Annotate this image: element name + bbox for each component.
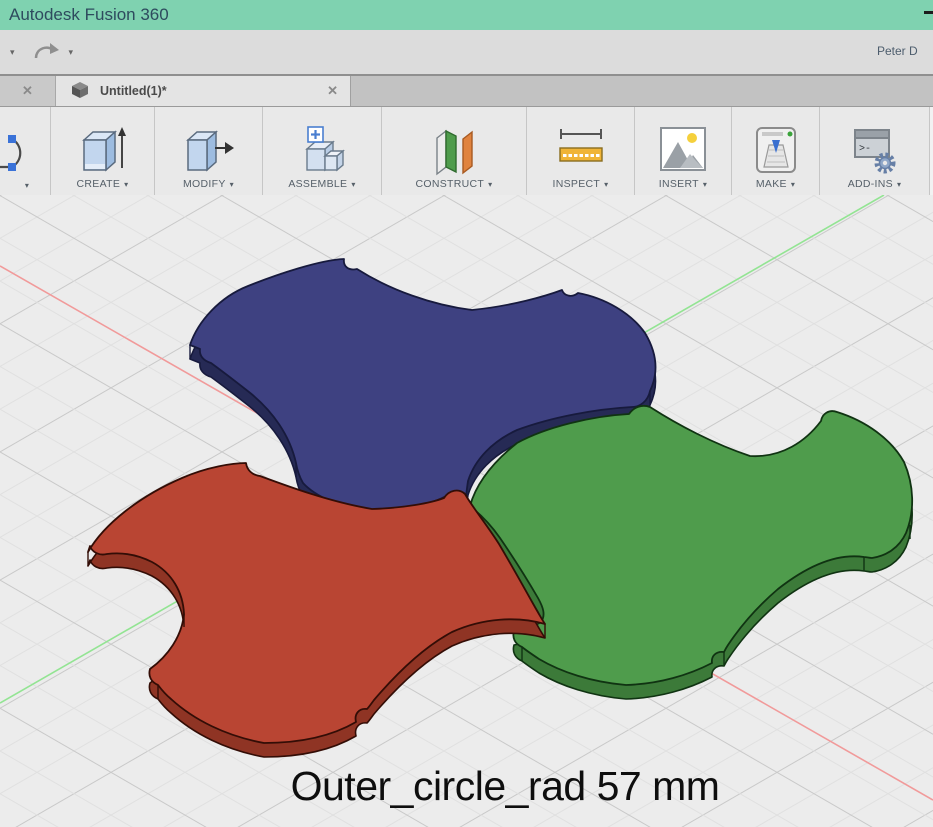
ribbon-group-modify[interactable]: MODIFY ▾ xyxy=(155,107,263,195)
minimize-icon[interactable] xyxy=(924,11,933,14)
construct-plane-icon xyxy=(427,122,481,178)
ribbon-group-assemble[interactable]: ASSEMBLE ▾ xyxy=(263,107,382,195)
app-title: Autodesk Fusion 360 xyxy=(9,5,169,24)
ribbon-label: INSERT xyxy=(659,178,699,190)
undo-dropdown-caret-icon[interactable]: ▾ xyxy=(10,47,15,58)
ribbon-group-sketch[interactable]: ▾ xyxy=(0,107,51,195)
ribbon-group-make[interactable]: MAKE ▾ xyxy=(732,107,820,195)
dropdown-caret-icon: ▾ xyxy=(124,180,128,189)
tab-close-icon[interactable]: ✕ xyxy=(327,83,338,99)
ribbon-group-addins[interactable]: >- ADD-INS ▾ xyxy=(820,107,930,195)
close-all-tabs-button[interactable]: ✕ xyxy=(0,76,56,106)
ribbon-label: INSPECT xyxy=(553,178,601,190)
sketch-spline-icon xyxy=(0,125,51,181)
redo-icon[interactable] xyxy=(31,39,61,66)
parameter-annotation: Outer_circle_rad 57 mm xyxy=(205,763,805,810)
assemble-components-icon xyxy=(295,122,349,178)
model-viewport-canvas[interactable]: Outer_circle_rad 57 mm xyxy=(0,195,933,827)
document-cube-icon xyxy=(70,80,90,103)
dropdown-caret-icon: ▾ xyxy=(791,180,795,189)
inspect-measure-icon xyxy=(554,122,608,178)
dropdown-caret-icon: ▾ xyxy=(604,180,608,189)
ribbon-group-create[interactable]: CREATE▾ xyxy=(51,107,155,195)
dropdown-caret-icon: ▾ xyxy=(703,180,707,189)
user-account-label[interactable]: Peter D xyxy=(877,44,918,58)
dropdown-caret-icon: ▾ xyxy=(488,180,492,189)
ribbon-label: MAKE xyxy=(756,178,787,190)
fusion360-window: Autodesk Fusion 360 ▾ ▾ Peter D ✕ Untitl… xyxy=(0,0,933,827)
viewport-scene xyxy=(0,195,933,827)
addins-script-gear-icon: >- xyxy=(848,122,902,178)
dropdown-caret-icon: ▾ xyxy=(351,180,355,189)
ribbon-group-inspect[interactable]: INSPECT▾ xyxy=(527,107,635,195)
title-bar: Autodesk Fusion 360 xyxy=(0,0,933,30)
dropdown-caret-icon: ▾ xyxy=(25,181,29,190)
ribbon-label: MODIFY xyxy=(183,178,226,190)
insert-image-icon xyxy=(656,122,710,178)
create-extrude-icon xyxy=(76,122,130,178)
modify-press-pull-icon xyxy=(182,122,236,178)
ribbon-label: ASSEMBLE xyxy=(288,178,347,190)
document-tab-bar: ✕ Untitled(1)* ✕ xyxy=(0,74,933,107)
quick-access-toolbar: ▾ ▾ Peter D xyxy=(0,30,933,74)
ribbon-group-construct[interactable]: CONSTRUCT▾ xyxy=(382,107,527,195)
ribbon-label: CREATE xyxy=(77,178,121,190)
ribbon-group-insert[interactable]: INSERT ▾ xyxy=(635,107,732,195)
dropdown-caret-icon: ▾ xyxy=(897,180,901,189)
ribbon-label: ADD-INS xyxy=(848,178,893,190)
document-tab[interactable]: Untitled(1)* ✕ xyxy=(56,76,351,106)
ribbon-toolbar: ▾ CREATE▾ xyxy=(0,107,933,195)
document-tab-title: Untitled(1)* xyxy=(100,84,317,98)
tab-bar-empty-area xyxy=(351,76,933,106)
ribbon-label: CONSTRUCT xyxy=(416,178,485,190)
redo-dropdown-caret-icon[interactable]: ▾ xyxy=(69,47,74,58)
make-3d-print-icon xyxy=(749,122,803,178)
svg-text:>-: >- xyxy=(859,144,871,155)
dropdown-caret-icon: ▾ xyxy=(230,180,234,189)
